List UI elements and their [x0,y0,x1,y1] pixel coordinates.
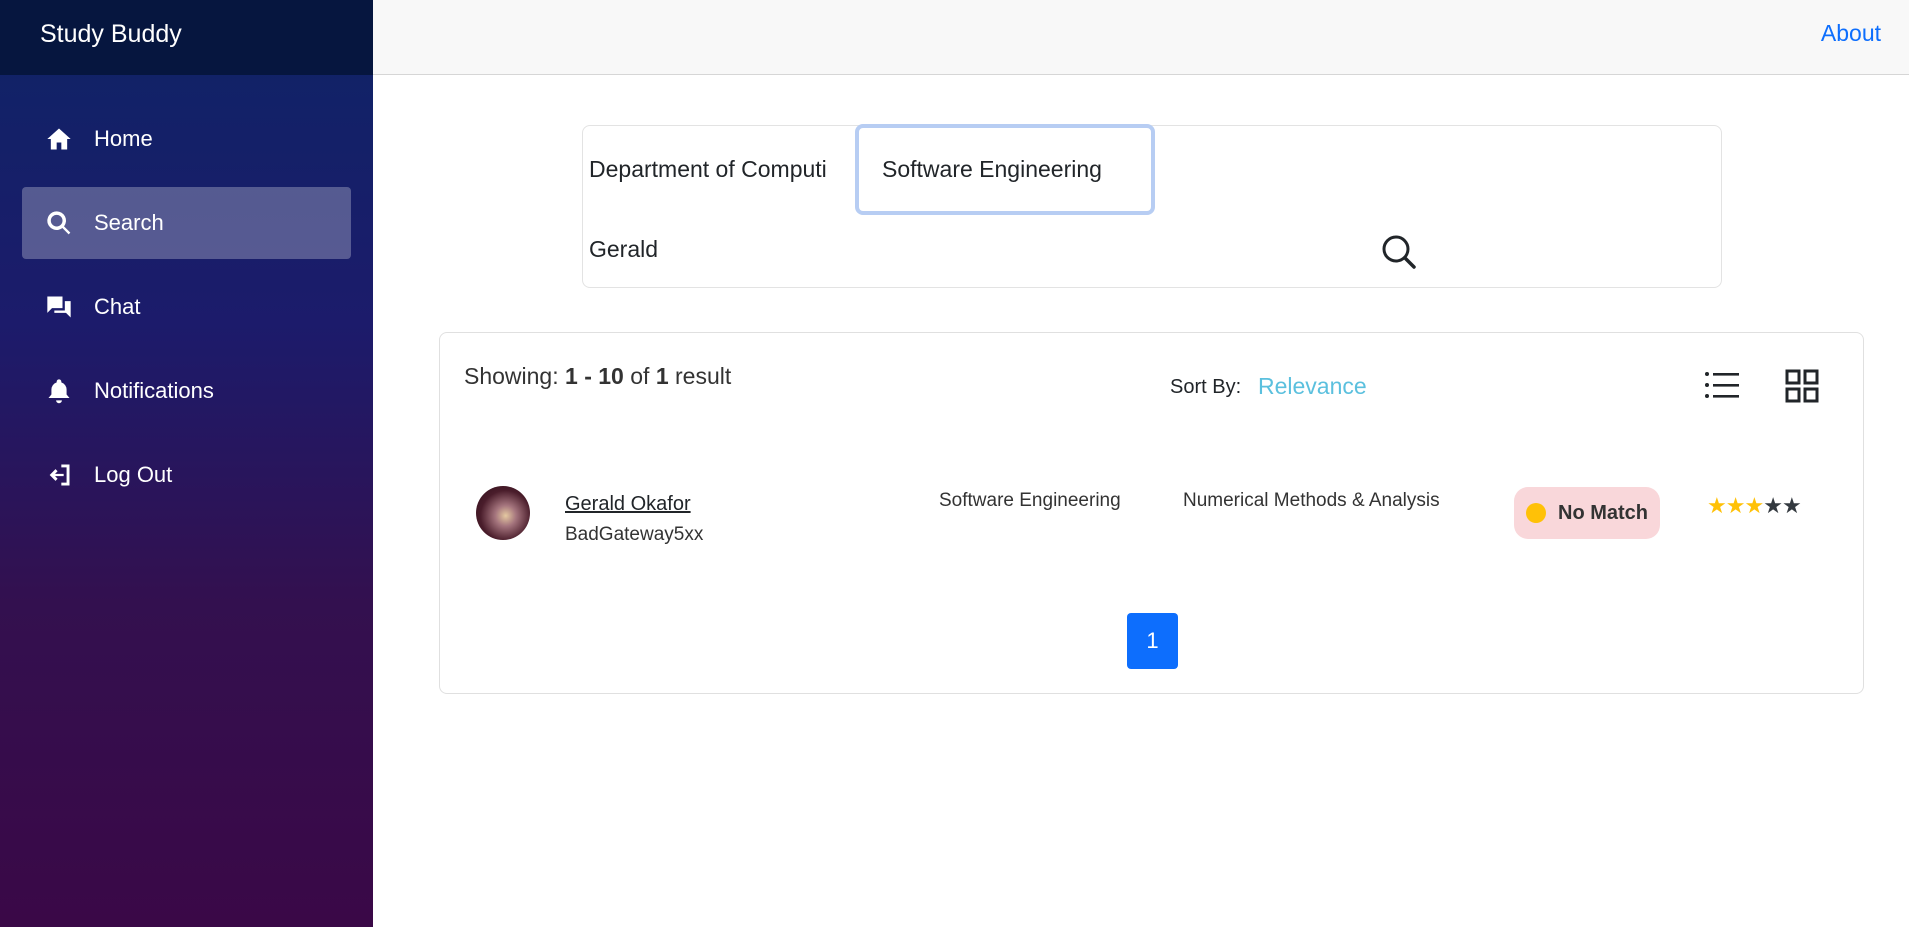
search-icon [1382,235,1416,269]
sidebar-item-home[interactable]: Home [22,103,351,175]
match-status-label: No Match [1558,501,1648,524]
sidebar-item-label: Notifications [94,378,214,403]
of-label: of [630,363,650,389]
app-title: Study Buddy [0,0,373,75]
sidebar: Study Buddy Home Search Chat Notificatio… [0,0,373,927]
sidebar-item-chat[interactable]: Chat [22,271,351,343]
showing-label: Showing: [464,363,559,389]
sidebar-item-label: Home [94,126,153,151]
pagination-page-1[interactable]: 1 [1127,613,1178,669]
about-link[interactable]: About [1821,20,1881,47]
star-empty-icon: ★ [1781,493,1802,518]
logout-icon [44,460,74,490]
search-button[interactable] [1379,232,1419,272]
sidebar-item-label: Log Out [94,462,173,487]
star-filled-icon: ★ [1725,493,1746,518]
star-filled-icon: ★ [1744,493,1764,518]
sort-label: Sort By: [1170,376,1242,398]
department-field[interactable]: Department of Computi [589,156,839,190]
sidebar-item-logout[interactable]: Log Out [22,439,351,511]
status-dot-icon [1526,503,1546,523]
grid-icon [1785,369,1819,403]
results-range: 1 - 10 [565,363,624,389]
search-form: Department of Computi Software Engineeri… [582,124,1722,288]
user-handle: BadGateway5xx [565,524,704,545]
chat-icon [44,292,74,322]
sidebar-item-label: Chat [94,294,141,319]
star-empty-icon: ★ [1763,493,1783,518]
sidebar-item-notifications[interactable]: Notifications [22,355,351,427]
result-row: Gerald Okafor BadGateway5xx Software Eng… [440,463,1863,563]
sidebar-item-search[interactable]: Search [22,187,351,259]
rating-stars: ★★★★★ [1707,493,1802,519]
top-bar: About [373,0,1909,75]
results-card: Showing: 1 - 10 of 1 result Sort By: Rel… [439,332,1864,694]
star-filled-icon: ★ [1707,493,1727,518]
major-field[interactable]: Software Engineering [855,124,1155,215]
user-major: Software Engineering [939,490,1121,511]
list-icon [1705,372,1739,398]
results-count: 1 [655,363,669,389]
name-search-input[interactable]: Gerald [589,236,1189,270]
list-view-button[interactable] [1704,370,1740,400]
match-status-badge: No Match [1514,487,1660,539]
grid-view-button[interactable] [1785,369,1819,403]
search-icon [44,208,74,238]
results-summary: Showing: 1 - 10 of 1 result [464,363,731,390]
user-course: Numerical Methods & Analysis [1183,490,1440,511]
avatar[interactable] [476,486,530,540]
home-icon [44,124,74,154]
result-label: result [675,363,732,389]
sidebar-item-label: Search [94,210,164,235]
bell-icon [44,376,74,406]
sort-dropdown[interactable]: Relevance [1258,373,1367,400]
sidebar-nav: Home Search Chat Notifications Log Out [0,75,373,511]
user-name-link[interactable]: Gerald Okafor [565,493,691,516]
